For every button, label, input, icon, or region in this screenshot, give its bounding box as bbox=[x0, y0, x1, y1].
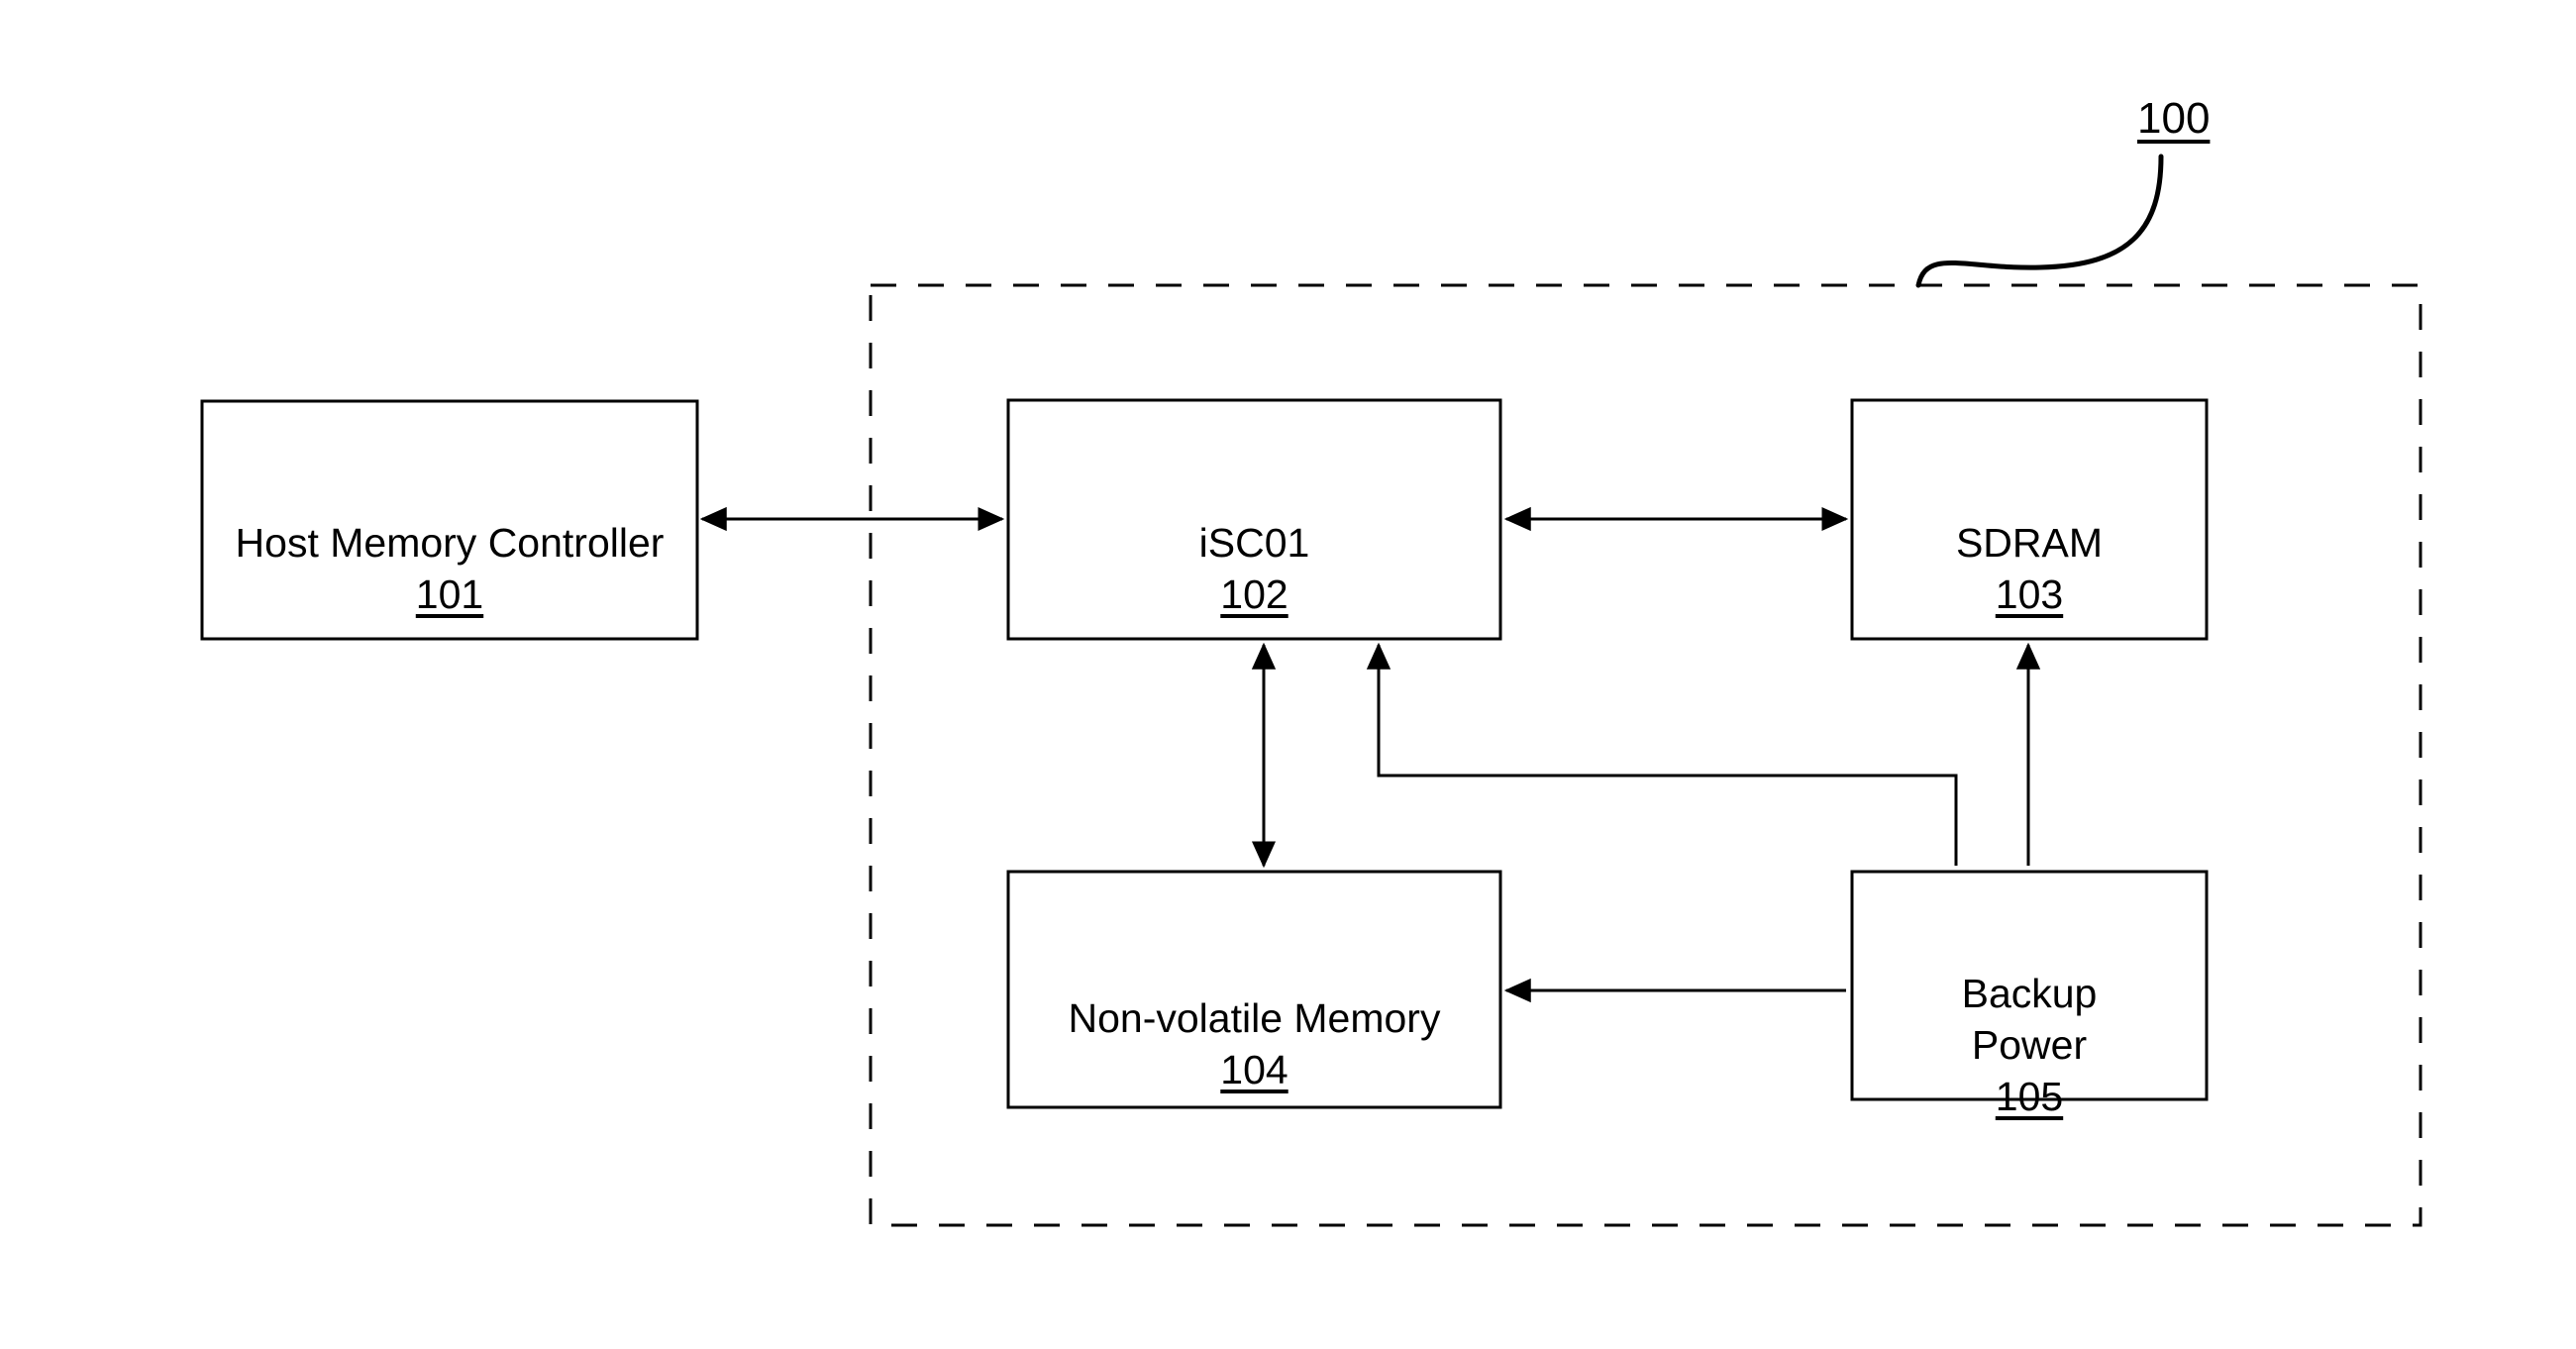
assembly-leader-line bbox=[1915, 154, 2164, 288]
block-outline-backup-power bbox=[1850, 870, 2209, 1101]
figure-canvas: Host Memory Controller 101 iSC01 102 SDR… bbox=[0, 0, 2576, 1349]
block-outline-host-memory-controller bbox=[200, 399, 699, 641]
connector-backup-isc01 bbox=[1366, 642, 1958, 866]
block-outline-isc01 bbox=[1006, 398, 1502, 641]
block-outline-sdram bbox=[1850, 398, 2209, 641]
block-outline-non-volatile-memory bbox=[1006, 870, 1502, 1109]
assembly-reference-label: 100 bbox=[2137, 94, 2211, 143]
block-diagram bbox=[200, 154, 2422, 1227]
